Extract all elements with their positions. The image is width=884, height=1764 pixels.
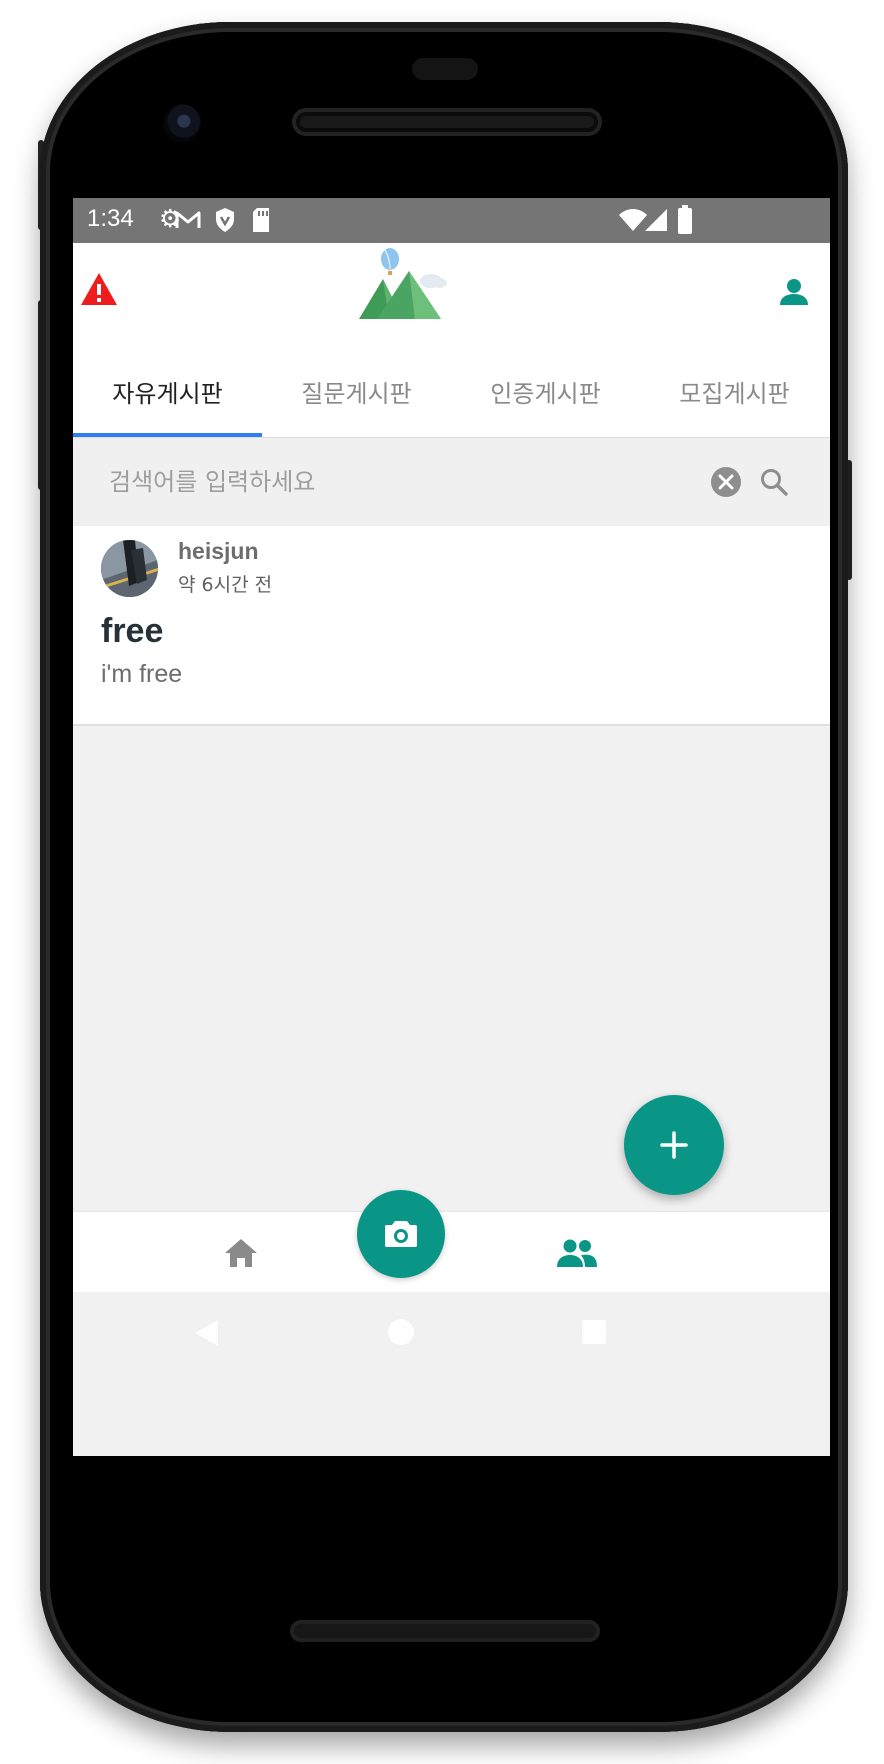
- clear-icon[interactable]: [710, 466, 742, 498]
- shield-icon: [216, 208, 234, 232]
- status-time: 1:34: [87, 205, 134, 232]
- camera-icon: [385, 1221, 417, 1247]
- bottom-speaker: [290, 1620, 600, 1642]
- battery-icon: [678, 205, 692, 234]
- post-author: heisjun: [178, 538, 259, 564]
- tab-certification-board[interactable]: 인증게시판: [451, 350, 640, 438]
- search-bar: [73, 438, 830, 526]
- plus-icon: [660, 1131, 688, 1159]
- earpiece: [412, 58, 478, 80]
- search-input[interactable]: [107, 460, 647, 504]
- tab-free-board[interactable]: 자유게시판: [73, 350, 262, 438]
- home-nav-icon[interactable]: [387, 1318, 415, 1346]
- status-bar: 1:34 ⚙: [73, 198, 830, 243]
- post-body: i'm free: [101, 660, 183, 688]
- tab-indicator: [73, 433, 262, 437]
- post-time: 약 6시간 전: [178, 574, 273, 596]
- signal-icon: [645, 209, 667, 231]
- front-camera: [163, 104, 201, 142]
- top-speaker: [292, 108, 602, 136]
- home-icon[interactable]: [223, 1237, 259, 1269]
- avatar-photo: [101, 540, 158, 597]
- sd-card-icon: [253, 208, 269, 232]
- board-tabs: 자유게시판 질문게시판 인증게시판 모집게시판: [73, 350, 830, 438]
- search-icon[interactable]: [759, 467, 789, 497]
- warning-icon[interactable]: [79, 271, 119, 307]
- avatar[interactable]: [101, 540, 158, 597]
- post-card[interactable]: heisjun 약 6시간 전 free i'm free: [73, 526, 830, 726]
- screen: 1:34 ⚙ 자유게시판 질문게시판 인증게시판 모집게시판 검색어를 입력하세…: [73, 198, 830, 1456]
- gmail-icon: [175, 211, 201, 228]
- bottom-nav: [73, 1211, 830, 1292]
- add-post-button[interactable]: [624, 1095, 724, 1195]
- stage: 1:34 ⚙ 자유게시판 질문게시판 인증게시판 모집게시판 검색어를 입력하세…: [0, 0, 884, 1764]
- mountain-balloon-logo: [359, 248, 447, 319]
- recents-icon[interactable]: [581, 1319, 607, 1345]
- post-title: free: [101, 612, 164, 650]
- tab-recruit-board[interactable]: 모집게시판: [640, 350, 829, 438]
- app-bar: [73, 243, 830, 350]
- back-icon[interactable]: [192, 1318, 220, 1348]
- tab-question-board[interactable]: 질문게시판: [262, 350, 451, 438]
- account-icon[interactable]: [779, 277, 809, 307]
- people-icon[interactable]: [556, 1238, 598, 1268]
- camera-button[interactable]: [357, 1190, 445, 1278]
